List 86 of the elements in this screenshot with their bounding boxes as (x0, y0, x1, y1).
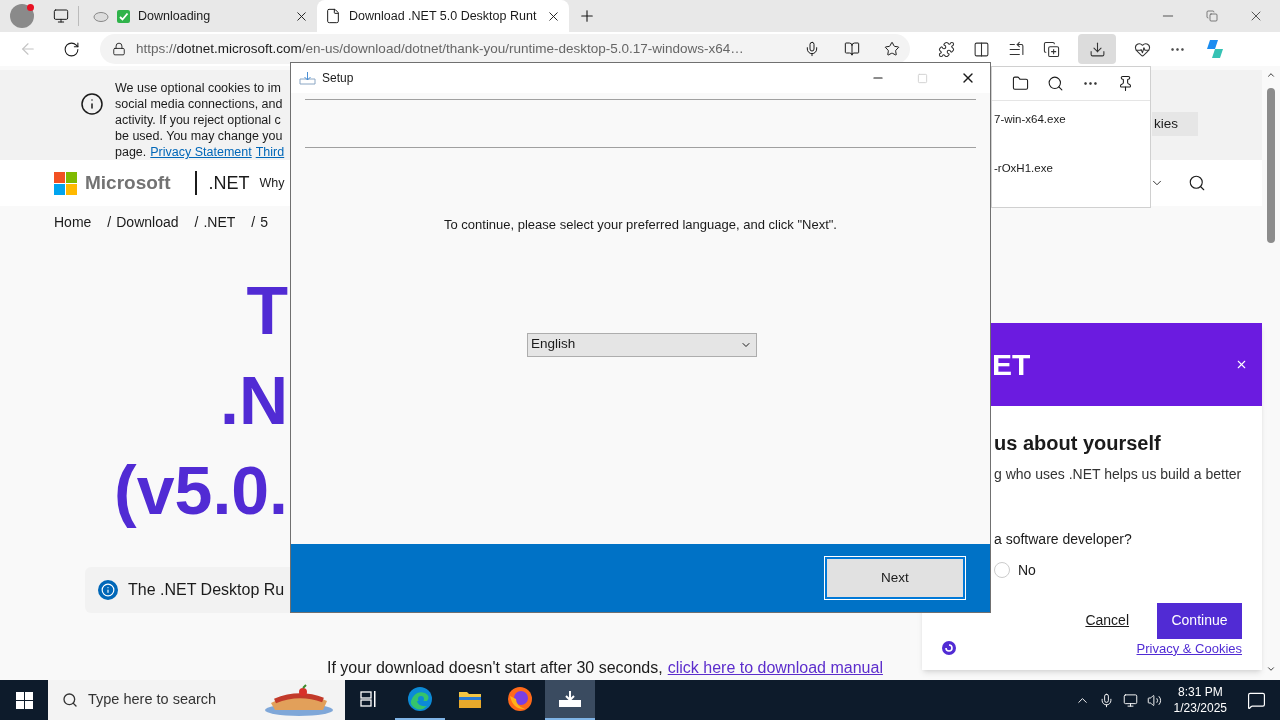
download-file-name[interactable]: -rOxH1.exe (992, 160, 1150, 178)
folder-icon[interactable] (1012, 75, 1029, 92)
cancel-link[interactable]: Cancel (1085, 610, 1129, 631)
nav-link[interactable]: Why (259, 173, 285, 193)
search-icon[interactable] (1047, 75, 1064, 92)
reader-view-icon[interactable] (844, 41, 860, 57)
download-icon (1088, 40, 1106, 58)
windows-start-icon[interactable] (15, 691, 33, 709)
breadcrumb-separator: / (107, 213, 112, 232)
refresh-badge-icon (942, 641, 956, 656)
page-icon (325, 8, 341, 24)
firefox-icon (507, 686, 533, 712)
installer-icon (558, 690, 582, 708)
browser-tab[interactable]: Download .NET 5.0 Desktop Runt (317, 0, 569, 32)
radio-option[interactable]: No (994, 559, 1262, 581)
cookie-button[interactable]: kies (1152, 112, 1198, 136)
cookie-notice-line: activity. If you reject optional c (115, 112, 282, 128)
info-icon (80, 92, 104, 116)
favorite-icon[interactable] (884, 41, 900, 57)
survey-header-title: ET (992, 346, 1031, 383)
survey-intro: g who uses .NET helps us build a better (994, 464, 1243, 484)
heart-pulse-icon[interactable] (1134, 40, 1151, 58)
copilot-icon[interactable] (1204, 38, 1226, 60)
continue-button[interactable]: Continue (1157, 602, 1242, 639)
refresh-icon[interactable] (62, 40, 80, 58)
cookie-link[interactable]: Third (255, 144, 285, 160)
pin-icon[interactable] (1117, 75, 1134, 92)
collections-icon[interactable] (1043, 40, 1060, 58)
dialog-title: Setup (322, 70, 354, 87)
breadcrumb-link[interactable]: 5 (260, 212, 268, 233)
info-text: The .NET Desktop Ru (128, 579, 285, 600)
split-screen-icon[interactable] (973, 40, 990, 58)
search-placeholder: Type here to search (88, 690, 217, 710)
notifications-icon[interactable] (1247, 690, 1266, 710)
survey-heading: us about yourself (994, 430, 1162, 456)
cookie-notice-line: be used. You may change you (115, 128, 284, 144)
page-heading-line: .N (220, 360, 288, 440)
breadcrumb-separator: / (251, 213, 256, 232)
scroll-up-icon[interactable] (1266, 70, 1276, 80)
search-icon (62, 692, 78, 708)
favorites-icon[interactable] (1008, 40, 1025, 58)
browser-icon (407, 686, 433, 712)
language-dropdown[interactable]: English (527, 332, 757, 357)
download-file-name[interactable]: 7-win-x64.exe (992, 111, 1150, 129)
manual-download-link[interactable]: click here to download manual (667, 656, 883, 680)
clock-date[interactable]: 1/23/2025 (1173, 700, 1227, 716)
product-name[interactable]: .NET (208, 169, 250, 197)
taskbar-search-field[interactable]: Type here to search (48, 680, 345, 720)
installer-icon (299, 71, 316, 85)
privacy-link[interactable]: Privacy & Cookies (1136, 638, 1242, 658)
cookie-notice-line: page. (115, 144, 147, 160)
scrollbar-thumb[interactable] (1267, 88, 1275, 243)
tab-title: Download .NET 5.0 Desktop Runt (349, 7, 538, 25)
breadcrumb-separator: / (194, 213, 199, 232)
download-note: If your download doesn't start after 30 seconds, (327, 658, 663, 678)
survey-question: a software developer? (994, 529, 1133, 549)
search-icon[interactable] (1188, 174, 1206, 193)
brand-name[interactable]: Microsoft (85, 168, 171, 198)
info-icon (98, 579, 118, 600)
clock-time[interactable]: 8:31 PM (1177, 684, 1223, 700)
profile-avatar[interactable] (10, 4, 34, 28)
restore-icon[interactable] (1206, 10, 1218, 22)
tab-title: Downloading (138, 7, 212, 25)
cookie-notice-line: social media connections, and (115, 96, 284, 112)
scroll-down-icon[interactable] (1266, 664, 1276, 674)
breadcrumb-link[interactable]: Home (54, 212, 92, 233)
microsoft-logo-icon (54, 171, 77, 195)
folder-icon (458, 689, 482, 709)
address-bar[interactable]: https://dotnet.microsoft.com/en-us/download/dotnet/thank-you/runtime-desktop-5.0.17-windows-x64… (100, 34, 910, 64)
maximize-icon (917, 72, 928, 84)
next-button[interactable]: Next (825, 557, 965, 599)
dialog-prompt: To continue, please select your preferred language, and click "Next". (443, 216, 838, 234)
cookie-link[interactable]: Privacy Statement (150, 144, 252, 160)
url-text: https://dotnet.microsoft.com/en-us/download/dotnet/thank-you/runtime-desktop-5.0.17-windows-x64… (136, 39, 744, 58)
breadcrumb-link[interactable]: .NET (203, 212, 236, 233)
extensions-icon[interactable] (938, 40, 955, 58)
breadcrumb-link[interactable]: Download (116, 212, 179, 233)
volume-icon[interactable] (1146, 692, 1162, 708)
new-tab-icon[interactable] (578, 7, 596, 25)
page-heading-line: T (246, 270, 288, 350)
lock-icon (112, 42, 126, 56)
downloads-button[interactable] (1078, 34, 1116, 64)
cookie-notice-line: We use optional cookies to im (115, 80, 282, 96)
check-icon (117, 9, 130, 23)
page-heading-line: (v5.0. (114, 450, 288, 530)
taskbar-app[interactable] (545, 680, 595, 720)
